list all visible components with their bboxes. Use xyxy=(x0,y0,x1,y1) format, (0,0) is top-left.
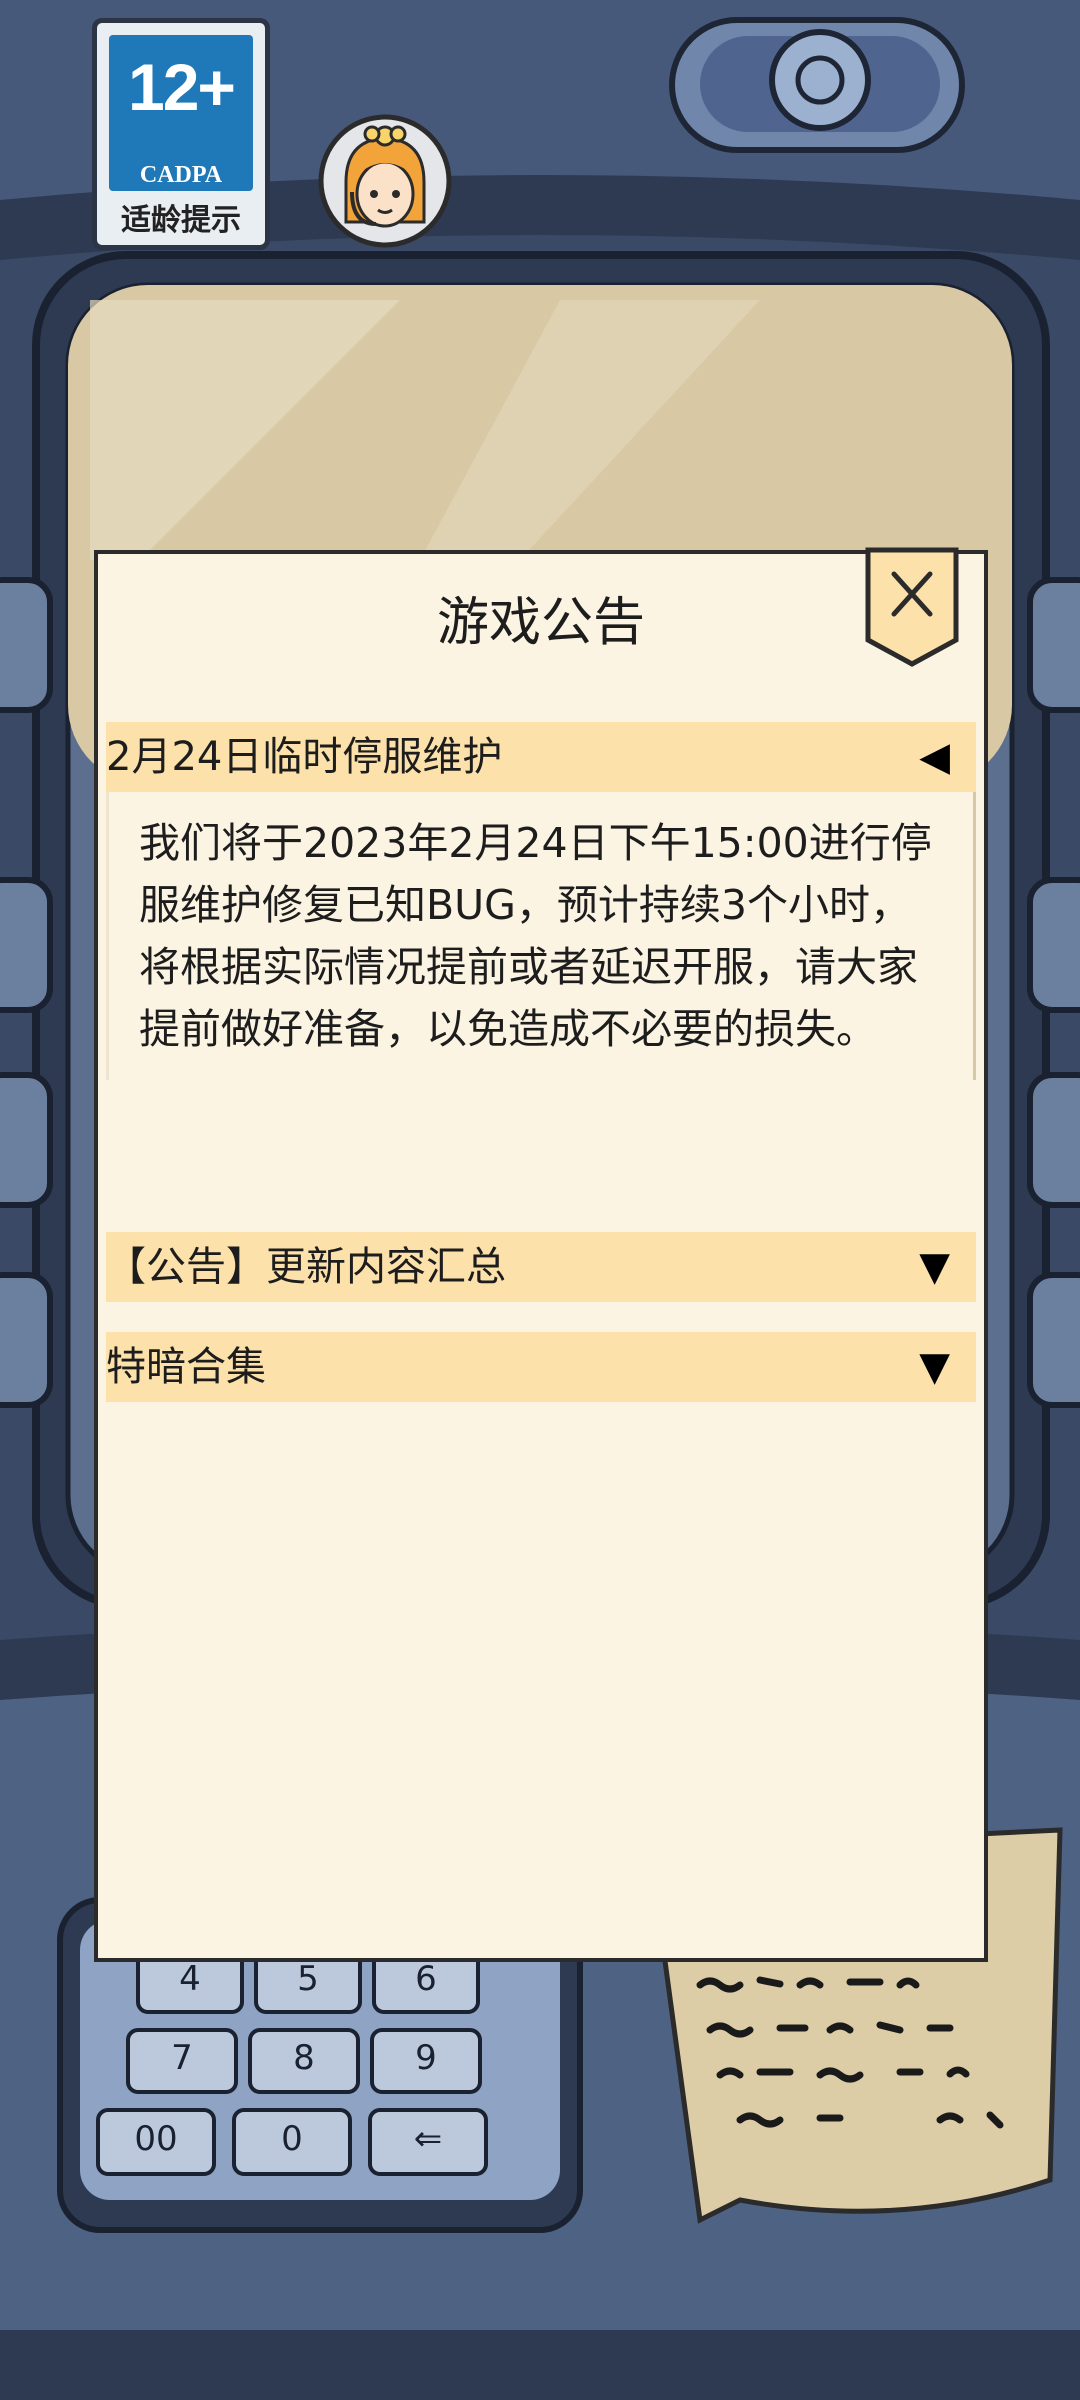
dialog-title: 游戏公告 xyxy=(436,593,645,653)
age-rating-badge[interactable]: 12+ CADPA 适龄提示 xyxy=(92,18,270,250)
expand-arrow-icon: ▼ xyxy=(919,1344,950,1390)
expand-arrow-icon: ▼ xyxy=(919,1244,950,1290)
age-rating-number: 12+ xyxy=(128,50,236,124)
announcement-section: 【公告】更新内容汇总 ▼ xyxy=(106,1232,976,1302)
announcement-section-title: 【公告】更新内容汇总 xyxy=(106,1244,506,1290)
keypad-key[interactable]: 8 xyxy=(248,2028,360,2094)
announcement-section-title: 特暗合集 xyxy=(106,1344,266,1390)
close-x-icon[interactable] xyxy=(862,542,962,670)
age-rating-label: 适龄提示 xyxy=(121,203,241,238)
announcement-section: 特暗合集 ▼ xyxy=(106,1332,976,1402)
announcement-section-body: 我们将于2023年2月24日下午15:00进行停服维护修复已知BUG，预计持续3… xyxy=(106,792,976,1080)
announcement-dialog: 游戏公告 2月24日临时停服维护 ◀ 我们将于2023年2月24日下午15:00… xyxy=(94,547,988,1962)
announcement-section-header[interactable]: 2月24日临时停服维护 ◀ xyxy=(106,722,976,792)
keypad-key[interactable]: 0 xyxy=(232,2108,352,2176)
collapse-arrow-icon: ◀ xyxy=(919,734,950,780)
age-rating-org: CADPA xyxy=(139,162,223,188)
announcement-section-header[interactable]: 【公告】更新内容汇总 ▼ xyxy=(106,1232,976,1302)
age-rating-top: 12+ CADPA xyxy=(109,35,253,191)
keypad-key[interactable]: ⇐ xyxy=(368,2108,488,2176)
keypad-key[interactable]: 9 xyxy=(370,2028,482,2094)
keypad-key[interactable]: 00 xyxy=(96,2108,216,2176)
announcement-section-header[interactable]: 特暗合集 ▼ xyxy=(106,1332,976,1402)
keypad: 4 5 6 7 8 9 00 0 ⇐ xyxy=(92,1950,522,2190)
customer-service-avatar-icon[interactable] xyxy=(316,112,454,250)
keypad-key[interactable]: 7 xyxy=(126,2028,238,2094)
announcement-section: 2月24日临时停服维护 ◀ 我们将于2023年2月24日下午15:00进行停服维… xyxy=(106,722,976,1080)
announcement-section-title: 2月24日临时停服维护 xyxy=(106,734,503,780)
